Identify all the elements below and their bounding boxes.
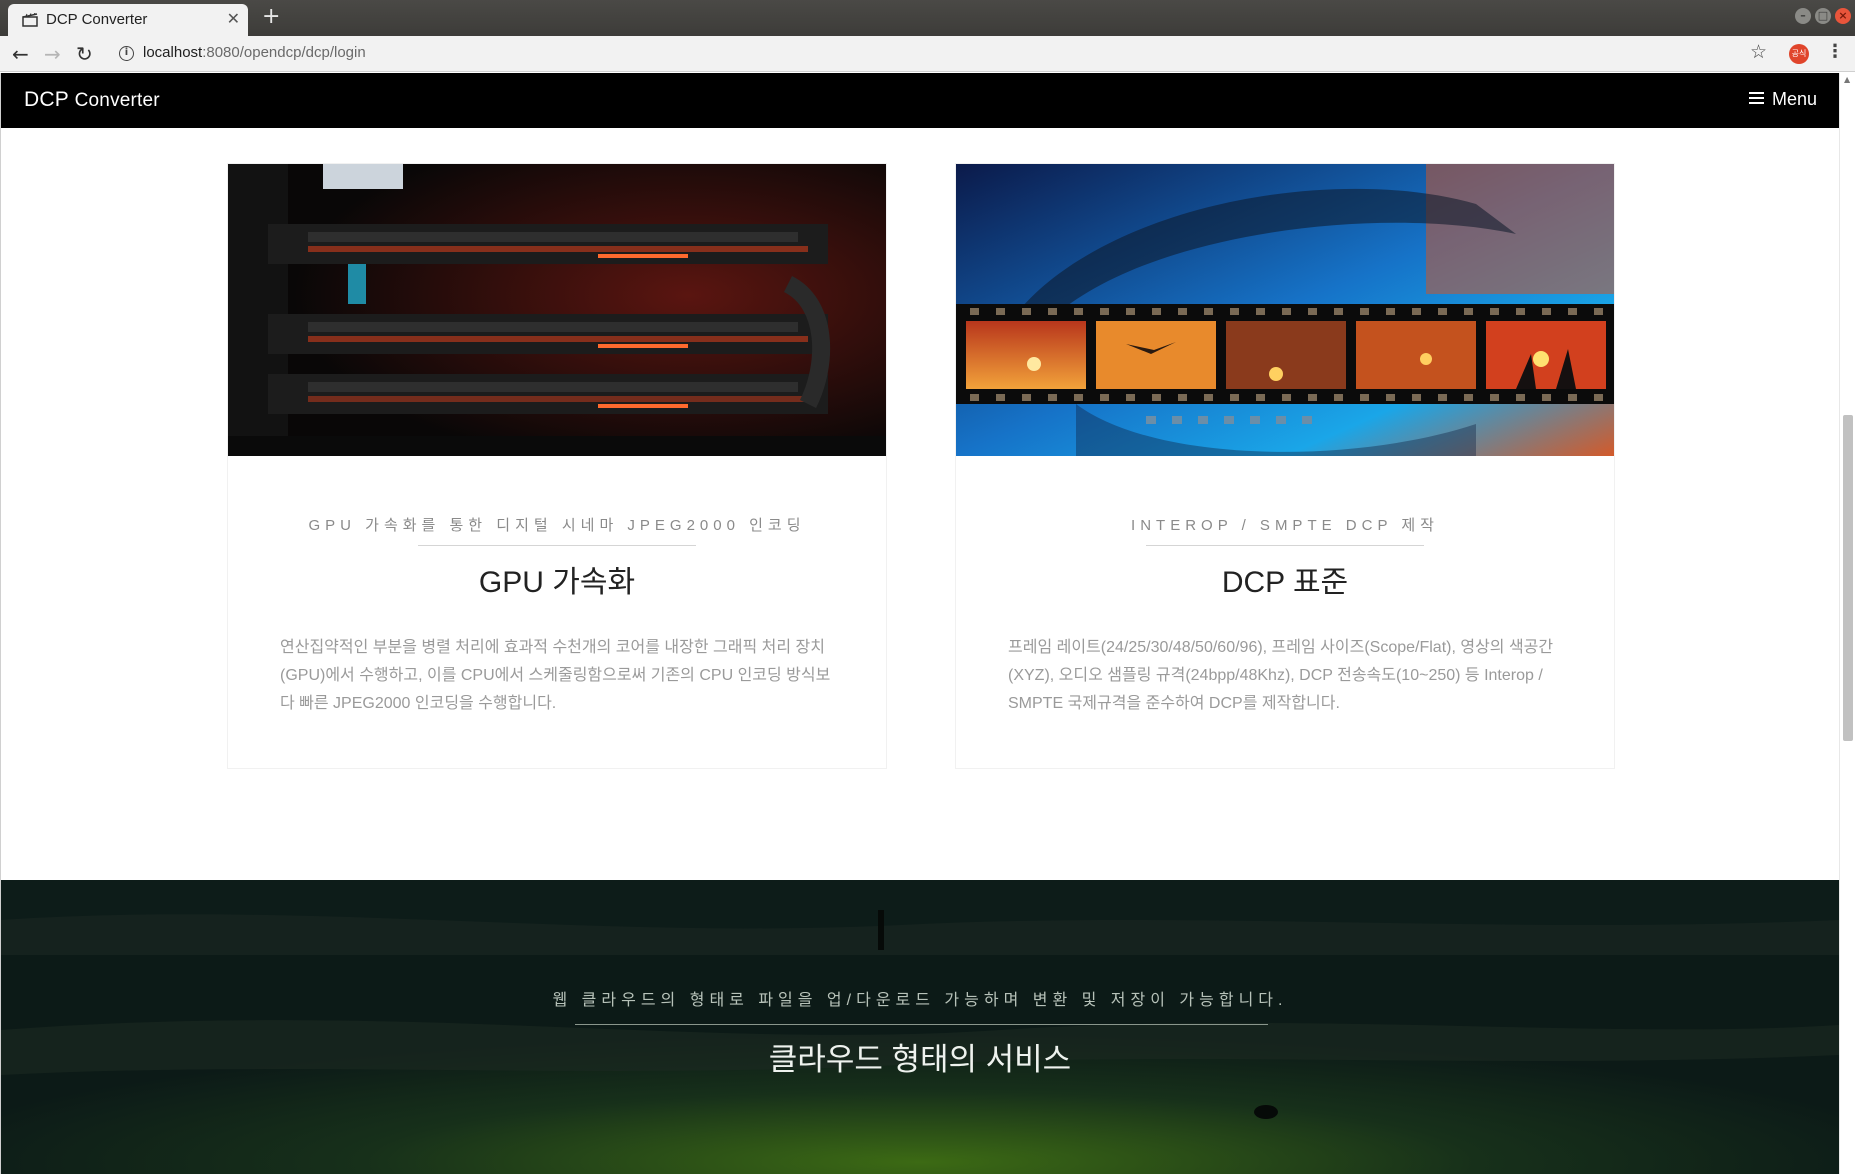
page-scrollbar[interactable]: ▲ [1839,73,1855,1174]
gpu-graphics-cards-image [228,164,886,456]
menu-label: Menu [1771,89,1817,109]
site-info-icon[interactable]: i [119,46,134,61]
profile-avatar[interactable]: 공식 [1789,44,1809,64]
cloud-subtitle: 웹 클라우드의 형태로 파일을 업/다운로드 가능하며 변환 및 저장이 가능합… [552,992,1288,1009]
dcp-card-body: 프레임 레이트(24/25/30/48/50/60/96), 프레임 사이즈(S… [1008,639,1554,712]
lake-landscape-background-image [1,880,1839,1174]
back-arrow-icon[interactable]: ← [12,42,29,66]
browser-toolbar: ← → ↻ i localhost:8080/opendcp/dcp/login… [0,36,1855,72]
brand-logo[interactable]: DCP Converter [24,88,160,112]
gpu-card-divider [418,545,696,546]
brand-sub: Converter [74,90,160,111]
page-viewport: DCP Converter Menu GPU 가속화를 통한 디지털 시네마 J… [0,73,1855,1174]
scroll-up-arrow-icon[interactable]: ▲ [1844,75,1850,84]
cloud-service-banner: 웹 클라우드의 형태로 파일을 업/다운로드 가능하며 변환 및 저장이 가능합… [1,880,1839,1174]
brand-main: DCP [24,88,69,111]
gpu-card-title: GPU 가속화 [478,566,636,599]
maximize-icon[interactable]: □ [1815,8,1831,24]
window-close-icon[interactable]: × [1835,8,1851,24]
menu-button[interactable]: Menu [1748,89,1817,110]
features-section: GPU 가속화를 통한 디지털 시네마 JPEG2000 인코딩 GPU 가속화… [1,128,1839,880]
tab-title: DCP Converter [46,11,148,28]
url-host: localhost [143,44,203,61]
window-controls: – □ × [1795,8,1851,24]
forward-arrow-icon[interactable]: → [44,42,61,66]
feature-card-dcp: INTEROP / SMPTE DCP 제작 DCP 표준 프레임 레이트(24… [956,164,1614,768]
reload-icon[interactable]: ↻ [76,42,93,66]
scrollbar-thumb[interactable] [1843,415,1853,741]
film-strip-sunset-image [956,164,1614,456]
minimize-icon[interactable]: – [1795,8,1811,24]
hamburger-icon [1748,92,1764,105]
cloud-divider [575,1024,1268,1025]
dcp-card-divider [1146,545,1424,546]
gpu-card-body: 연산집약적인 부분을 병렬 처리에 효과적 수천개의 코어를 내장한 그래픽 처… [280,639,831,712]
url-path: :8080/opendcp/dcp/login [202,44,366,61]
gpu-card-subtitle: GPU 가속화를 통한 디지털 시네마 JPEG2000 인코딩 [308,517,806,534]
dcp-card-subtitle: INTEROP / SMPTE DCP 제작 [1131,517,1439,534]
browser-tab-bar: DCP Converter ✕ + – □ × [0,0,1855,36]
dcp-card-title: DCP 표준 [1221,566,1349,599]
browser-tab[interactable]: DCP Converter ✕ [8,4,248,36]
browser-menu-icon[interactable]: ⋮ [1826,41,1844,62]
clapperboard-icon [22,13,38,27]
site-navbar: DCP Converter Menu [1,73,1839,128]
new-tab-button[interactable]: + [262,4,280,29]
tab-close-icon[interactable]: ✕ [227,9,240,28]
bookmark-star-icon[interactable]: ☆ [1750,41,1767,63]
feature-card-gpu: GPU 가속화를 통한 디지털 시네마 JPEG2000 인코딩 GPU 가속화… [228,164,886,768]
address-bar[interactable]: localhost:8080/opendcp/dcp/login [143,44,366,61]
cloud-title: 클라우드 형태의 서비스 [768,1042,1072,1077]
